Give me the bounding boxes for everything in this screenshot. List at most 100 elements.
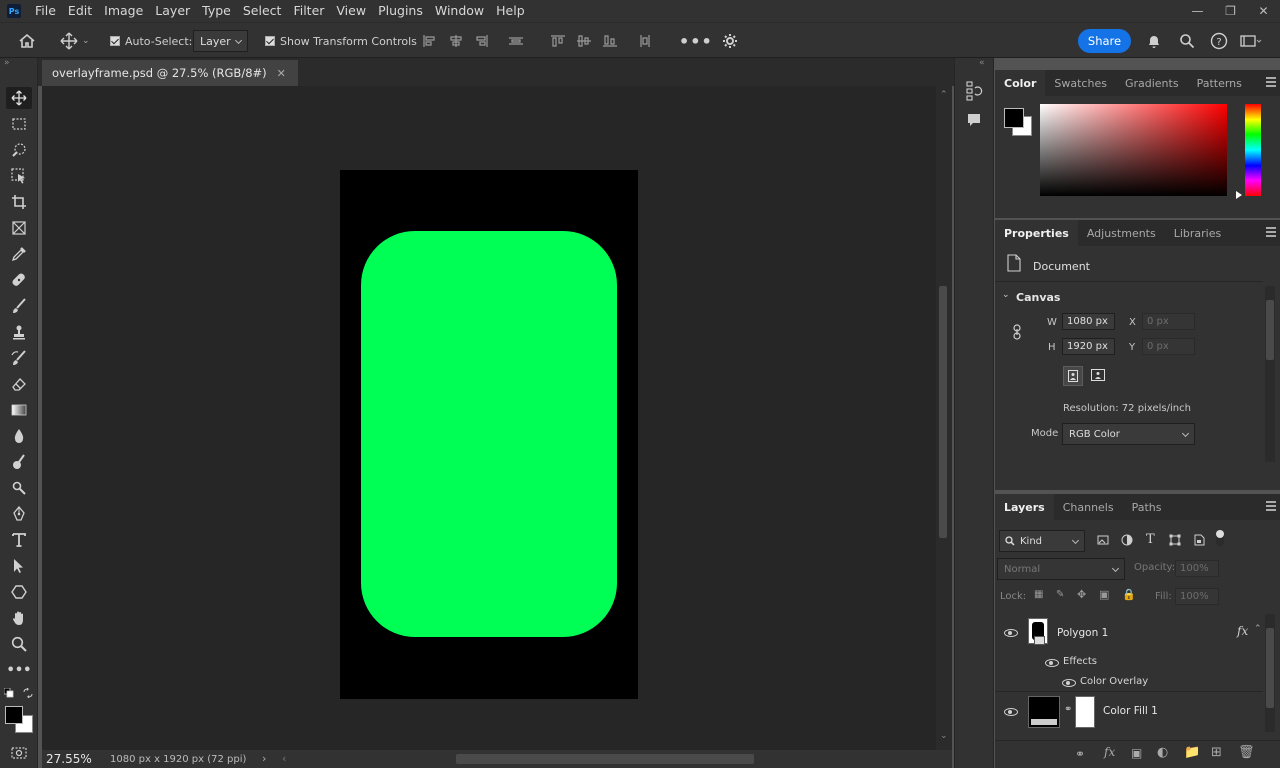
foreground-color-swatch[interactable]	[5, 706, 23, 724]
menu-filter[interactable]: Filter	[287, 0, 330, 22]
distribute-vertical-icon[interactable]	[637, 23, 653, 59]
portrait-orientation-button[interactable]	[1063, 366, 1083, 386]
filter-toggle[interactable]	[1216, 530, 1224, 546]
tab-color[interactable]: Color	[995, 70, 1046, 96]
eye-icon[interactable]	[1004, 629, 1018, 637]
align-bottom-icon[interactable]	[602, 23, 618, 59]
history-panel-icon[interactable]	[965, 80, 983, 105]
collapse-icon[interactable]: »	[4, 58, 10, 68]
layer-row-color-fill-1[interactable]: ⚭ Color Fill 1	[995, 692, 1263, 732]
shape-tool-icon[interactable]	[6, 581, 32, 603]
brush-tool-icon[interactable]	[6, 295, 32, 317]
lock-image-icon[interactable]: ✎	[1056, 589, 1064, 600]
document-tab[interactable]: overlayframe.psd @ 27.5% (RGB/8#) ✕	[42, 60, 298, 86]
frame-tool-icon[interactable]	[6, 217, 32, 239]
home-icon[interactable]	[18, 23, 36, 59]
clone-stamp-tool-icon[interactable]	[6, 321, 32, 343]
tab-swatches[interactable]: Swatches	[1045, 70, 1116, 96]
panel-menu-icon[interactable]	[1266, 227, 1276, 237]
tab-layers[interactable]: Layers	[995, 494, 1054, 520]
lock-all-icon[interactable]: 🔒	[1122, 588, 1136, 601]
link-layers-icon[interactable]: ⚭	[1075, 747, 1085, 761]
default-colors-icon[interactable]	[3, 687, 14, 701]
tab-libraries[interactable]: Libraries	[1165, 220, 1231, 246]
height-field[interactable]: 1920 px	[1062, 338, 1115, 355]
auto-select-dropdown[interactable]: Layer	[193, 30, 248, 52]
minimize-icon[interactable]: —	[1181, 0, 1214, 22]
polygon-layer-shape[interactable]	[361, 231, 617, 637]
filter-smart-object-icon[interactable]	[1193, 534, 1205, 549]
distribute-icon[interactable]	[508, 23, 524, 59]
menu-view[interactable]: View	[330, 0, 372, 22]
filter-type-icon[interactable]: T	[1146, 532, 1155, 547]
properties-scrollbar[interactable]	[1265, 286, 1275, 462]
zoom-level[interactable]: 27.55%	[42, 752, 110, 766]
more-options-icon[interactable]: •••	[679, 23, 713, 59]
tab-gradients[interactable]: Gradients	[1116, 70, 1188, 96]
panel-menu-icon[interactable]	[1266, 501, 1276, 511]
eraser-tool-icon[interactable]	[6, 373, 32, 395]
zoom-tool-icon[interactable]	[6, 633, 32, 655]
comments-panel-icon[interactable]	[966, 112, 982, 131]
new-adjustment-icon[interactable]: ◐	[1157, 745, 1168, 760]
marquee-tool-icon[interactable]	[6, 113, 32, 135]
auto-select-checkbox[interactable]: Auto-Select:	[110, 23, 192, 59]
quick-selection-tool-icon[interactable]	[6, 139, 32, 161]
move-tool-icon[interactable]	[6, 87, 32, 109]
share-button[interactable]: Share	[1078, 29, 1131, 53]
blur-tool-icon[interactable]	[6, 425, 32, 447]
add-mask-icon[interactable]: ▣	[1131, 746, 1142, 760]
quick-mask-icon[interactable]	[6, 742, 32, 764]
align-right-icon[interactable]	[473, 23, 489, 59]
menu-file[interactable]: File	[29, 0, 62, 22]
filter-shape-icon[interactable]	[1169, 534, 1181, 549]
layer-row-polygon-1[interactable]: Polygon 1 fx ⌃	[995, 610, 1263, 654]
layer-effects-row[interactable]: Effects	[995, 654, 1263, 674]
menu-plugins[interactable]: Plugins	[372, 0, 429, 22]
hue-slider-handle[interactable]	[1236, 191, 1242, 199]
menu-layer[interactable]: Layer	[149, 0, 196, 22]
document-canvas[interactable]	[340, 170, 638, 699]
link-dimensions-icon[interactable]	[1012, 324, 1022, 343]
layer-name[interactable]: Color Fill 1	[1103, 705, 1158, 717]
vertical-scrollbar[interactable]: ⌃ ⌄	[936, 86, 952, 750]
lock-artboard-icon[interactable]: ▣	[1099, 588, 1109, 601]
freeform-pen-tool-icon[interactable]	[6, 503, 32, 525]
history-brush-tool-icon[interactable]	[6, 347, 32, 369]
panel-menu-icon[interactable]	[1266, 77, 1276, 87]
search-icon[interactable]	[1179, 23, 1195, 59]
crop-tool-icon[interactable]	[6, 191, 32, 213]
blend-mode-dropdown[interactable]: Normal	[997, 558, 1125, 580]
help-icon[interactable]: ?	[1210, 23, 1228, 59]
lock-transparent-icon[interactable]: ▦	[1034, 589, 1043, 600]
tab-channels[interactable]: Channels	[1054, 494, 1123, 520]
filter-adjustment-icon[interactable]	[1121, 534, 1133, 549]
workspace-icon[interactable]	[1240, 23, 1262, 59]
color-picker-field[interactable]	[1040, 104, 1227, 196]
scroll-down-icon[interactable]: ⌄	[940, 731, 948, 741]
landscape-orientation-button[interactable]	[1091, 369, 1105, 384]
align-hcenter-icon[interactable]	[448, 23, 464, 59]
tab-patterns[interactable]: Patterns	[1188, 70, 1251, 96]
layers-scroll-thumb[interactable]	[1266, 628, 1274, 708]
mode-dropdown[interactable]: RGB Color	[1062, 423, 1195, 445]
layer-mask-thumbnail[interactable]	[1075, 696, 1095, 728]
tab-properties[interactable]: Properties	[995, 220, 1078, 246]
scroll-left-icon[interactable]: ‹	[282, 752, 286, 765]
swap-colors-icon[interactable]	[23, 687, 33, 701]
eye-icon[interactable]	[1062, 679, 1076, 687]
new-group-icon[interactable]: 📁	[1184, 745, 1200, 760]
menu-image[interactable]: Image	[98, 0, 149, 22]
eye-icon[interactable]	[1045, 659, 1059, 667]
lock-position-icon[interactable]: ✥	[1077, 588, 1086, 601]
move-tool-preset-icon[interactable]: ⌄	[60, 23, 90, 59]
menu-type[interactable]: Type	[196, 0, 237, 22]
canvas-area[interactable]	[42, 86, 936, 750]
properties-scroll-thumb[interactable]	[1266, 300, 1274, 360]
align-top-icon[interactable]	[550, 23, 566, 59]
pen-tool-icon[interactable]	[6, 477, 32, 499]
close-tab-icon[interactable]: ✕	[277, 67, 286, 80]
eyedropper-tool-icon[interactable]	[6, 243, 32, 265]
align-left-icon[interactable]	[422, 23, 438, 59]
show-transform-checkbox[interactable]: Show Transform Controls	[265, 23, 417, 59]
